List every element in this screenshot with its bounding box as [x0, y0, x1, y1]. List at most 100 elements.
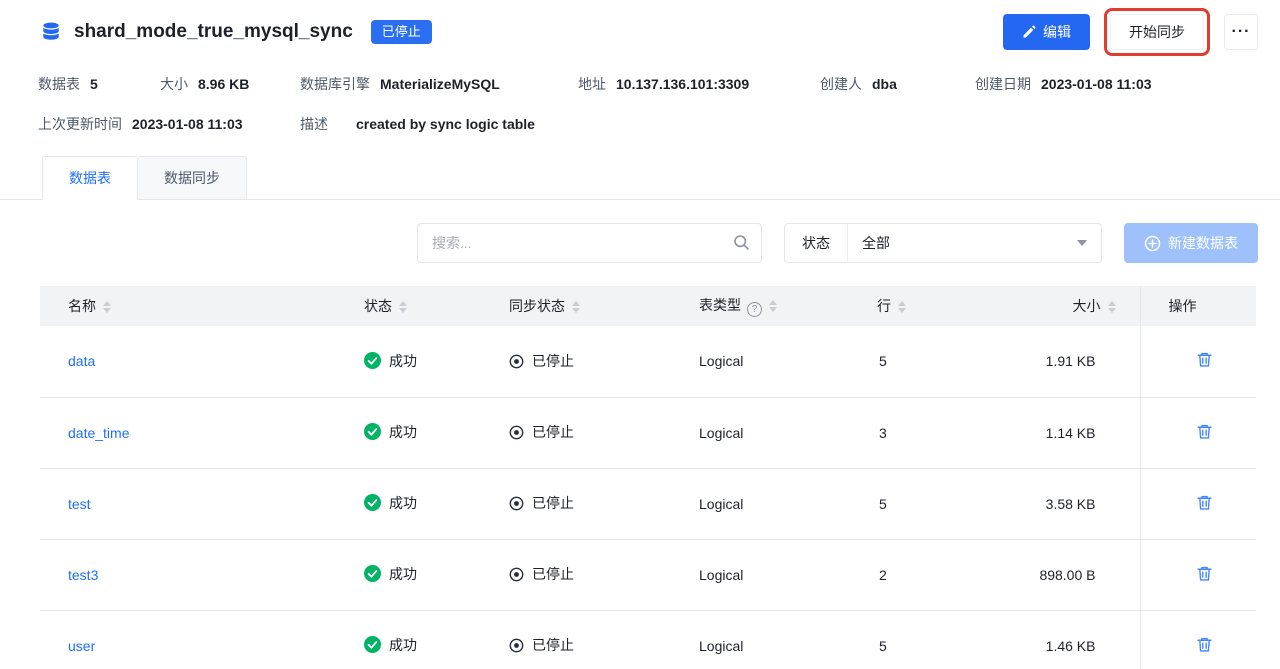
table-type: Logical	[699, 637, 744, 654]
page-title: shard_mode_true_mysql_sync	[74, 21, 353, 42]
table-name-link[interactable]: test	[68, 496, 91, 512]
sort-icon	[399, 301, 407, 314]
table-row: data 成功 已停止 Logical 5 1.91 KB	[40, 326, 1256, 398]
status-cell: 成功	[364, 351, 417, 371]
search-input[interactable]	[417, 223, 762, 263]
column-header-size[interactable]: 大小	[930, 286, 1140, 326]
trash-icon	[1196, 423, 1213, 440]
status-cell: 成功	[364, 493, 417, 513]
table-row: date_time 成功 已停止 Logical 3 1.14 KB	[40, 397, 1256, 469]
trash-icon	[1196, 565, 1213, 582]
meta-updated-time: 上次更新时间 2023-01-08 11:03	[38, 116, 243, 132]
status-filter-value: 全部	[862, 235, 890, 251]
status-filter-label: 状态	[785, 224, 848, 262]
search-icon	[733, 234, 750, 254]
chevron-down-icon	[1077, 240, 1087, 246]
success-icon	[364, 494, 381, 512]
more-button[interactable]: ···	[1224, 14, 1258, 50]
success-icon	[364, 352, 381, 369]
tab-data-sync[interactable]: 数据同步	[138, 156, 247, 200]
table-row: test3 成功 已停止 Logical 2 898.00 B	[40, 539, 1256, 611]
delete-button[interactable]	[1196, 423, 1213, 440]
meta-description: 描述 created by sync logic table	[300, 116, 535, 132]
trash-icon	[1196, 636, 1213, 653]
table-name-link[interactable]: test3	[68, 567, 98, 583]
status-cell: 成功	[364, 564, 417, 584]
tab-data-tables[interactable]: 数据表	[42, 156, 138, 200]
table-body: data 成功 已停止 Logical 5 1.91 KB date_time …	[40, 326, 1256, 669]
column-header-name[interactable]: 名称	[40, 286, 340, 326]
tables-table: 名称 状态 同步状态 表类型? 行 大小 操作 data 成功 已停止 Logi…	[40, 286, 1256, 669]
header-actions: 编辑 开始同步 ···	[1003, 8, 1258, 56]
table-type: Logical	[699, 495, 744, 512]
delete-button[interactable]	[1196, 351, 1213, 368]
create-table-button[interactable]: 新建数据表	[1124, 223, 1258, 263]
sync-status-cell: 已停止	[509, 422, 574, 442]
trash-icon	[1196, 494, 1213, 511]
row-count: 5	[879, 637, 887, 654]
status-filter-select[interactable]: 状态 全部	[784, 223, 1102, 263]
success-icon	[364, 636, 381, 654]
table-name-link[interactable]: data	[68, 353, 95, 369]
table-row: test 成功 已停止 Logical 5 3.58 KB	[40, 468, 1256, 540]
table-header: 名称 状态 同步状态 表类型? 行 大小 操作	[40, 286, 1256, 326]
sort-icon	[898, 301, 906, 314]
meta-table-count: 数据表 5	[38, 76, 98, 92]
table-size: 3.58 KB	[1045, 495, 1096, 512]
stopped-icon	[509, 496, 524, 511]
more-icon: ···	[1231, 23, 1251, 40]
row-count: 3	[879, 424, 887, 441]
sort-icon	[572, 301, 580, 314]
edit-button[interactable]: 编辑	[1003, 14, 1090, 50]
page-header: shard_mode_true_mysql_sync 已停止 编辑 开始同步 ·…	[0, 0, 1280, 64]
table-size: 1.46 KB	[1045, 637, 1096, 654]
column-header-actions: 操作	[1139, 286, 1256, 326]
delete-button[interactable]	[1196, 565, 1213, 582]
column-header-rows[interactable]: 行	[855, 286, 930, 326]
row-count: 5	[879, 353, 887, 370]
stopped-icon	[509, 638, 524, 653]
sort-icon	[1107, 301, 1116, 314]
stopped-icon	[509, 425, 524, 440]
row-count: 2	[879, 566, 887, 583]
table-type: Logical	[699, 424, 744, 441]
table-name-link[interactable]: user	[68, 638, 95, 654]
table-toolbar: 状态 全部 新建数据表	[0, 223, 1280, 263]
success-icon	[364, 423, 381, 441]
start-sync-button-label: 开始同步	[1129, 24, 1185, 40]
sort-icon	[769, 300, 777, 313]
edit-button-label: 编辑	[1043, 24, 1071, 40]
status-badge: 已停止	[370, 20, 432, 44]
status-cell: 成功	[364, 635, 417, 655]
column-header-status[interactable]: 状态	[340, 286, 485, 326]
delete-button[interactable]	[1196, 494, 1213, 511]
table-size: 1.14 KB	[1045, 424, 1096, 441]
search-box	[417, 223, 762, 263]
table-name-link[interactable]: date_time	[68, 425, 129, 441]
plus-circle-icon	[1144, 235, 1161, 252]
column-header-sync-status[interactable]: 同步状态	[485, 286, 675, 326]
database-icon	[40, 21, 62, 43]
meta-creator: 创建人 dba	[820, 76, 897, 92]
create-table-button-label: 新建数据表	[1168, 235, 1238, 251]
table-row: user 成功 已停止 Logical 5 1.46 KB	[40, 610, 1256, 669]
pencil-icon	[1022, 25, 1036, 39]
row-count: 5	[879, 495, 887, 512]
sync-status-cell: 已停止	[509, 564, 574, 584]
trash-icon	[1196, 351, 1213, 368]
question-circle-icon: ?	[747, 302, 762, 317]
tab-bar: 数据表 数据同步	[0, 156, 1280, 200]
delete-button[interactable]	[1196, 636, 1213, 653]
table-size: 1.91 KB	[1045, 353, 1096, 370]
meta-row-1: 数据表 5 大小 8.96 KB 数据库引擎 MaterializeMySQL …	[0, 70, 1280, 98]
stopped-icon	[509, 354, 524, 369]
success-icon	[364, 565, 381, 583]
status-cell: 成功	[364, 422, 417, 442]
start-sync-button[interactable]: 开始同步	[1110, 14, 1204, 50]
meta-created-date: 创建日期 2023-01-08 11:03	[975, 76, 1152, 92]
sort-icon	[103, 301, 111, 314]
table-type: Logical	[699, 353, 744, 370]
table-type: Logical	[699, 566, 744, 583]
column-header-table-type[interactable]: 表类型?	[675, 286, 855, 326]
meta-address: 地址 10.137.136.101:3309	[578, 76, 750, 92]
